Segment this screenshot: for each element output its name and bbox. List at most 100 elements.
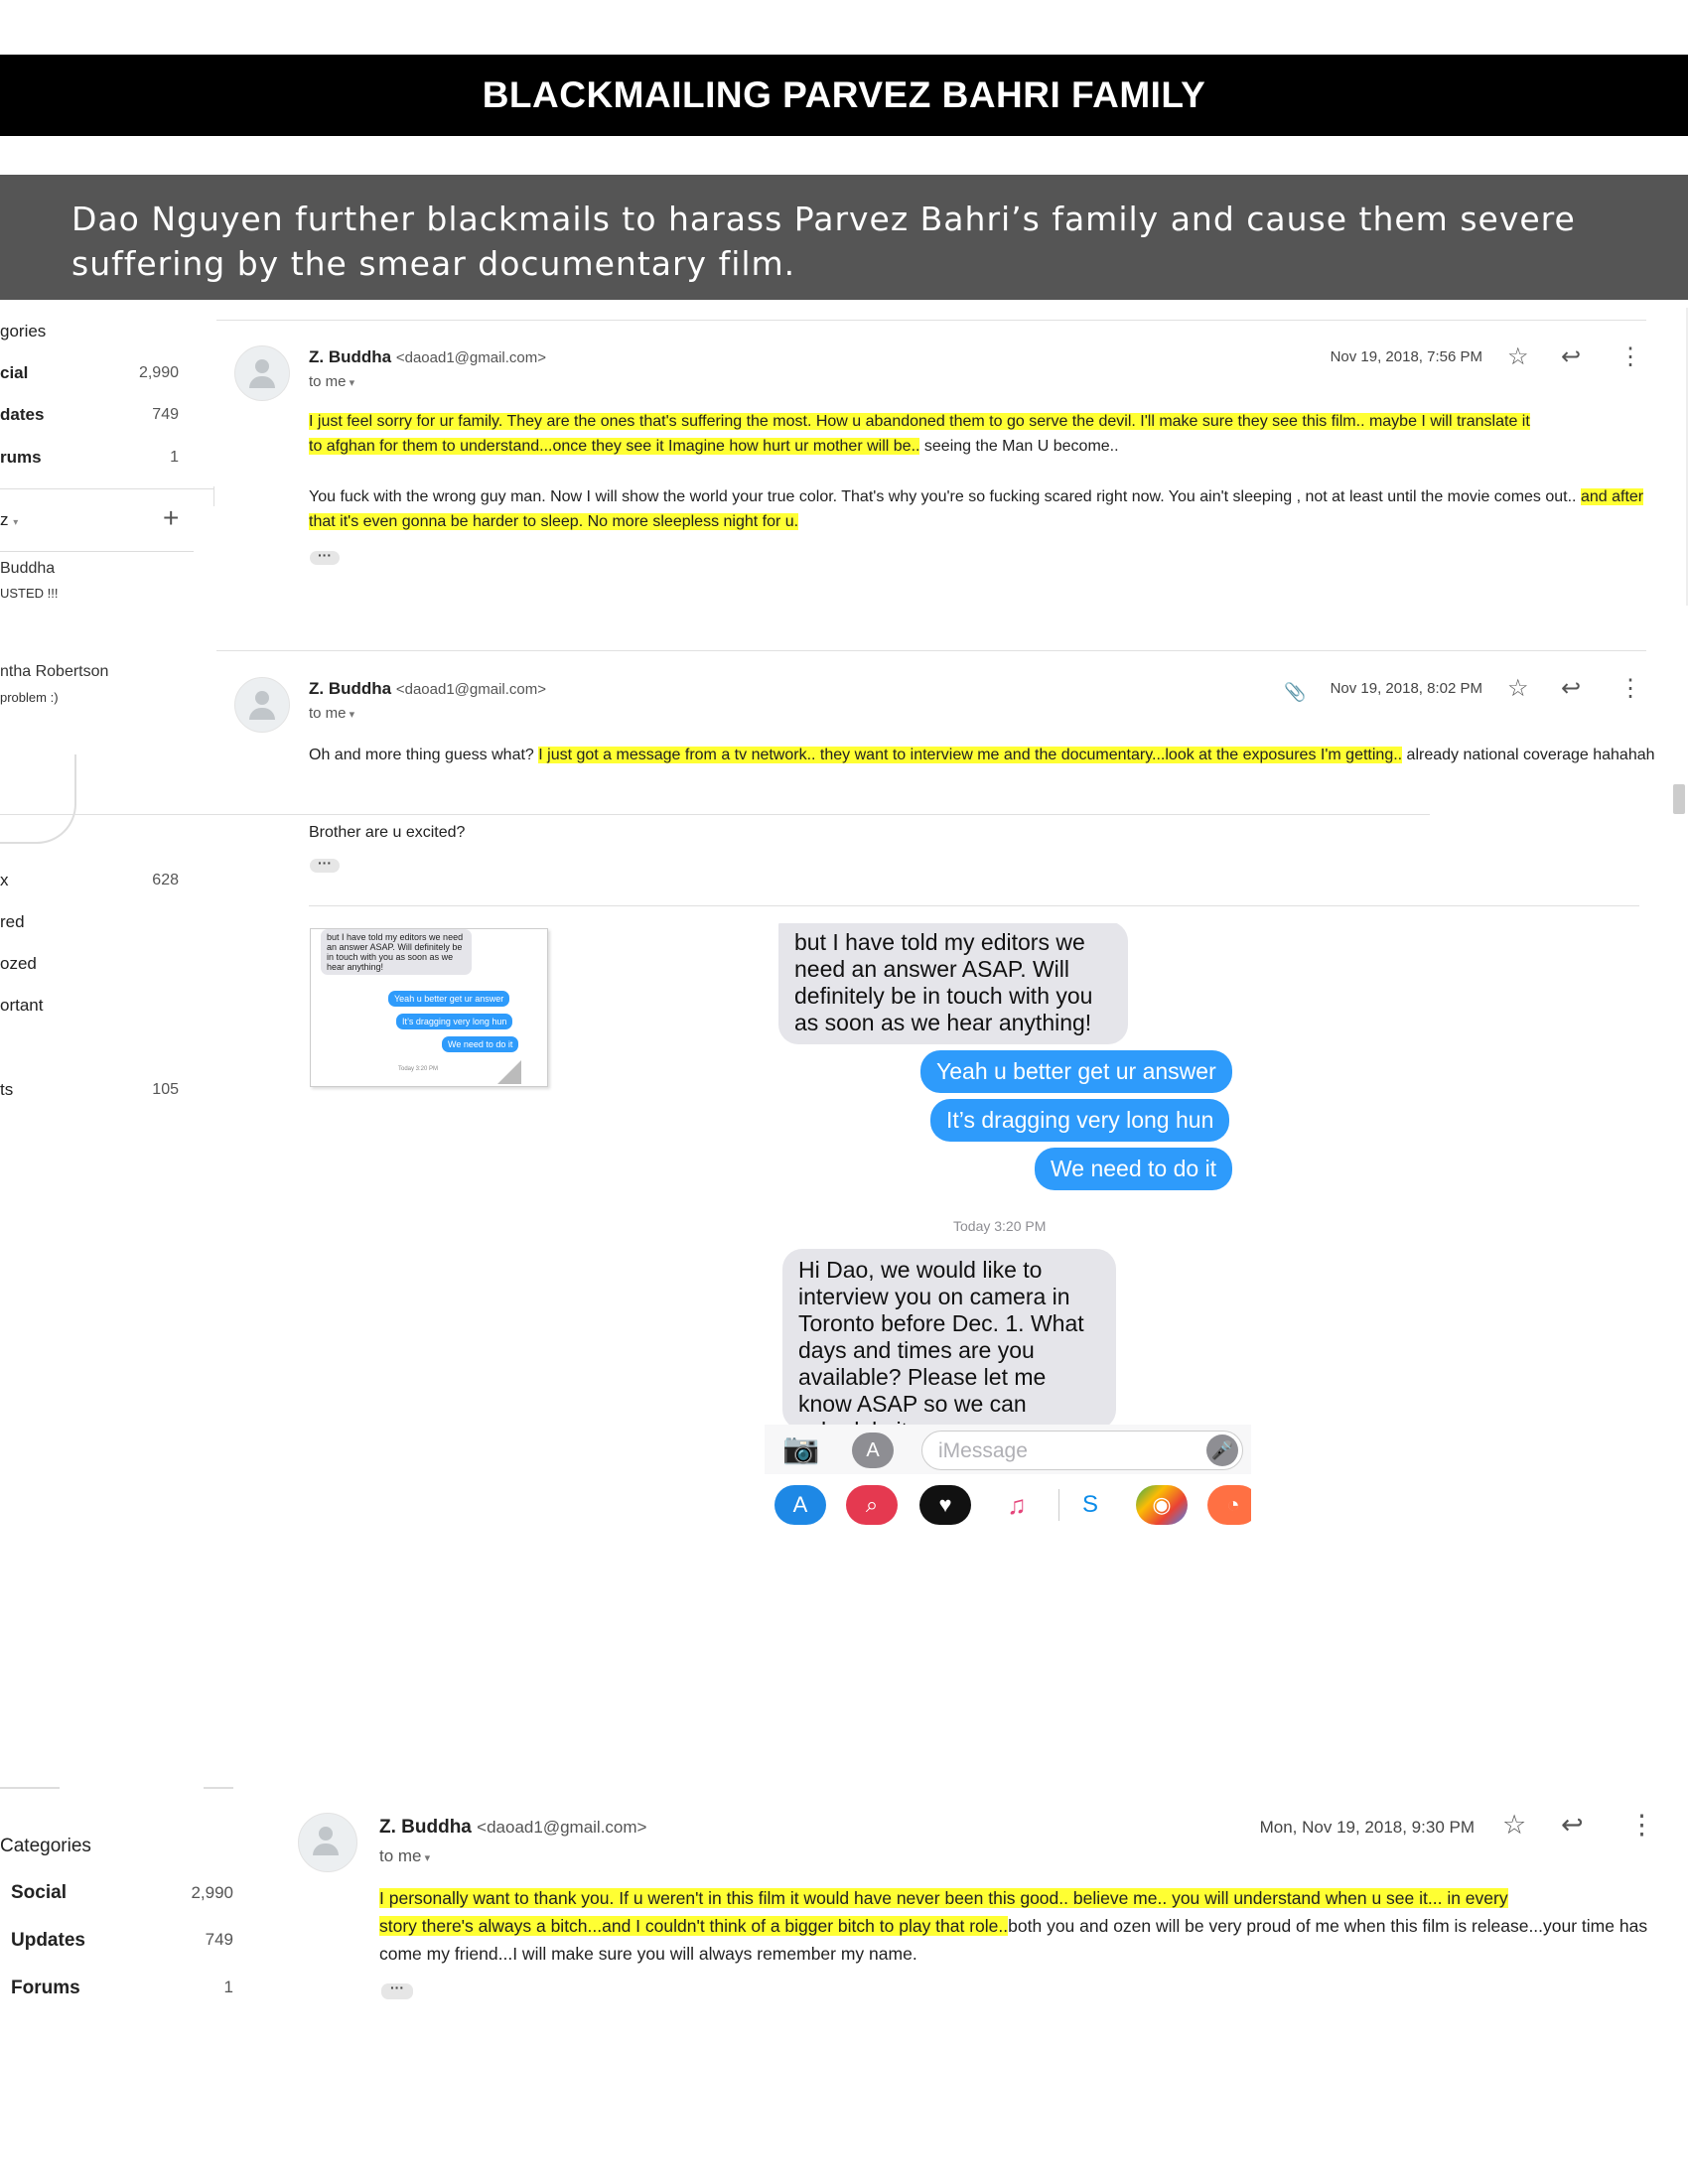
sidebar-item-social[interactable]: cial xyxy=(0,363,28,383)
email-body: Brother are u excited? xyxy=(309,824,466,841)
email-date: Nov 19, 2018, 7:56 PM xyxy=(1330,348,1482,365)
shazam-icon[interactable]: S xyxy=(1064,1485,1116,1525)
email-divider xyxy=(216,650,1646,651)
email-body: I personally want to thank you. If u wer… xyxy=(379,1888,1648,1964)
sidebar-count-social: 2,990 xyxy=(191,1883,233,1902)
google-maps-icon[interactable]: ◉ xyxy=(1136,1485,1188,1525)
app-store-icon[interactable]: A xyxy=(774,1485,826,1525)
more-vert-icon[interactable]: ⋮ xyxy=(1618,345,1642,369)
sidebar-count-updates: 749 xyxy=(152,406,179,423)
email-body: I just feel sorry for ur family. They ar… xyxy=(309,413,1530,455)
recipient-dropdown[interactable]: to me xyxy=(379,1846,430,1866)
page-title: BLACKMAILING PARVEZ BAHRI FAMILY xyxy=(482,74,1206,115)
show-trimmed-button[interactable]: ··· xyxy=(381,1980,413,1999)
message-bubble-outgoing: Yeah u better get ur answer xyxy=(920,1050,1232,1093)
sidebar-item-starred[interactable]: red xyxy=(0,912,25,932)
imessage-placeholder: iMessage xyxy=(938,1439,1028,1462)
show-trimmed-button[interactable]: ··· xyxy=(310,856,340,873)
sidebar-item-inbox[interactable]: x xyxy=(0,871,9,890)
sender-avatar xyxy=(298,1813,357,1872)
contact-snippet: USTED !!! xyxy=(0,586,59,601)
imessage-screenshot: but I have told my editors we need an an… xyxy=(765,923,1251,1539)
categories-label[interactable]: Categories xyxy=(0,1836,91,1857)
drafts-count-cropped xyxy=(204,1785,233,1791)
timestamp: Today 3:20 PM xyxy=(398,1066,439,1072)
sidebar-item-updates[interactable]: Updates xyxy=(11,1930,85,1952)
message-bubble-outgoing: It’s dragging very long hun xyxy=(930,1099,1230,1142)
star-icon[interactable]: ☆ xyxy=(1502,1812,1526,1839)
more-vert-icon[interactable]: ⋮ xyxy=(1628,1812,1655,1839)
reply-icon[interactable]: ↩ xyxy=(1561,1812,1584,1839)
attachment-thumbnail[interactable]: but I have told my editors we need an an… xyxy=(310,928,548,1087)
add-icon[interactable]: + xyxy=(163,502,179,534)
star-icon[interactable]: ☆ xyxy=(1507,345,1529,369)
music-icon[interactable]: ♫ xyxy=(991,1485,1043,1525)
sidebar-item-social[interactable]: Social xyxy=(11,1882,67,1904)
star-icon[interactable]: ☆ xyxy=(1507,677,1529,701)
sidebar-count-forums: 1 xyxy=(170,449,179,466)
digital-touch-icon[interactable]: ♥ xyxy=(919,1485,971,1525)
drafts-label-cropped xyxy=(0,1785,60,1791)
page-curl xyxy=(497,1060,521,1084)
sidebar-divider xyxy=(0,488,213,489)
scrollbar-thumb[interactable] xyxy=(1673,784,1685,814)
hangouts-label[interactable]: z ▾ xyxy=(0,510,18,530)
message-bubble-incoming: Hi Dao, we would like to interview you o… xyxy=(782,1249,1116,1430)
contact-name[interactable]: ntha Robertson xyxy=(0,663,108,681)
sidebar-count-drafts: 105 xyxy=(152,1081,179,1098)
contact-name[interactable]: Buddha xyxy=(0,560,55,578)
recipient-dropdown[interactable]: to me xyxy=(309,705,354,722)
page-subtitle: Dao Nguyen further blackmails to harass … xyxy=(71,200,1576,283)
message-bubble-outgoing: We need to do it xyxy=(442,1036,519,1052)
contact-snippet: problem :) xyxy=(0,690,59,705)
sidebar-item-forums[interactable]: Forums xyxy=(11,1978,80,1999)
gmail-sidebar-bottom: Categories Social 2,990 Updates 749 Foru… xyxy=(0,1777,238,2015)
email-divider xyxy=(0,814,1430,815)
subtitle-banner: Dao Nguyen further blackmails to harass … xyxy=(0,175,1688,300)
timestamp: Today 3:20 PM xyxy=(953,1218,1047,1234)
message-bubble-outgoing: Yeah u better get ur answer xyxy=(388,991,510,1007)
sender[interactable]: Z. Buddha <daoad1@gmail.com> xyxy=(309,679,546,699)
reply-icon[interactable]: ↩ xyxy=(1561,677,1581,701)
sidebar-item-drafts[interactable]: ts xyxy=(0,1080,13,1100)
sidebar-count-inbox: 628 xyxy=(152,872,179,888)
message-bubble-outgoing: We need to do it xyxy=(1035,1148,1233,1190)
search-images-icon[interactable]: ⌕ xyxy=(846,1485,898,1525)
more-vert-icon[interactable]: ⋮ xyxy=(1618,677,1642,701)
sender[interactable]: Z. Buddha <daoad1@gmail.com> xyxy=(379,1817,646,1839)
camera-icon[interactable]: 📷 xyxy=(782,1433,819,1465)
divider xyxy=(1058,1489,1059,1521)
message-bubble-incoming: but I have told my editors we need an an… xyxy=(321,929,472,975)
email-body: Oh and more thing guess what? I just got… xyxy=(309,747,1655,763)
sidebar-item-important[interactable]: ortant xyxy=(0,996,43,1016)
reply-icon[interactable]: ↩ xyxy=(1561,345,1581,369)
message-bubble-incoming: but I have told my editors we need an an… xyxy=(778,923,1128,1044)
show-trimmed-button[interactable]: ··· xyxy=(310,548,340,565)
sidebar-count-social: 2,990 xyxy=(138,364,179,381)
sender[interactable]: Z. Buddha <daoad1@gmail.com> xyxy=(309,347,546,367)
message-bubble-outgoing: It’s dragging very long hun xyxy=(396,1014,513,1029)
gmail-sidebar-top: gories cial 2,990 dates 749 rums 1 z ▾ +… xyxy=(0,308,213,1102)
sidebar-count-updates: 749 xyxy=(205,1930,233,1949)
sidebar-item-forums[interactable]: rums xyxy=(0,448,42,468)
sidebar-divider xyxy=(0,551,194,552)
chevron-down-icon: ▾ xyxy=(13,517,19,528)
email-body: You fuck with the wrong guy man. Now I w… xyxy=(309,488,1644,530)
page-title-banner: BLACKMAILING PARVEZ BAHRI FAMILY xyxy=(0,55,1688,136)
sidebar-item-snoozed[interactable]: ozed xyxy=(0,954,37,974)
sidebar-count-forums: 1 xyxy=(223,1978,233,1996)
email-divider xyxy=(309,905,1639,906)
microphone-icon[interactable]: 🎤 xyxy=(1206,1434,1238,1466)
divider xyxy=(213,486,214,506)
categories-label: gories xyxy=(0,322,47,341)
sender-avatar xyxy=(234,677,290,733)
sender-avatar xyxy=(234,345,290,401)
email-date: Nov 19, 2018, 8:02 PM xyxy=(1330,680,1482,697)
email-date: Mon, Nov 19, 2018, 9:30 PM xyxy=(1259,1818,1475,1837)
recipient-dropdown[interactable]: to me xyxy=(309,373,354,390)
hangouts-input-border xyxy=(0,754,76,844)
app-store-icon[interactable]: A xyxy=(852,1433,894,1468)
sidebar-item-updates[interactable]: dates xyxy=(0,405,44,425)
app-icon[interactable]: ◔ xyxy=(1207,1485,1251,1525)
imessage-input[interactable]: iMessage 🎤 xyxy=(921,1431,1243,1470)
